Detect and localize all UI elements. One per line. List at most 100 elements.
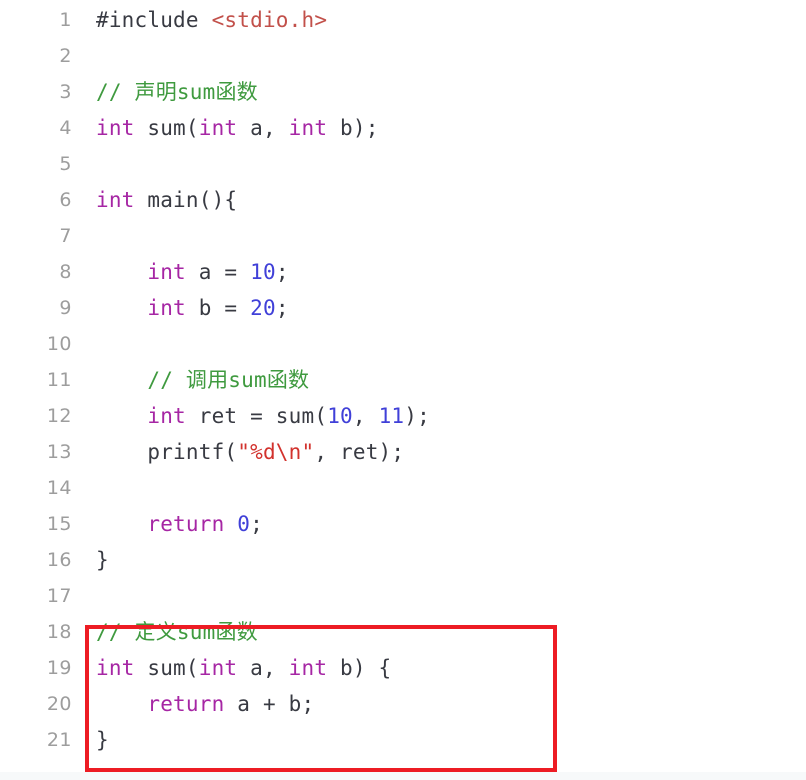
line-content[interactable]: int b = 20; — [72, 290, 806, 326]
code-line[interactable]: 2 — [0, 38, 806, 74]
line-number: 2 — [59, 45, 72, 67]
token-plain: a = — [185, 260, 251, 284]
line-number: 12 — [46, 405, 72, 427]
code-line[interactable]: 14 — [0, 470, 806, 506]
code-line[interactable]: 19 int sum(int a, int b) { — [0, 650, 806, 686]
line-number: 16 — [46, 549, 72, 571]
token-plain: printf( — [96, 440, 238, 464]
code-line[interactable]: 1 #include <stdio.h> — [0, 2, 806, 38]
token-plain: , — [352, 404, 379, 428]
line-content[interactable]: int main(){ — [72, 182, 806, 218]
code-line[interactable]: 18 // 定义sum函数 — [0, 614, 806, 650]
line-content[interactable]: printf("%d\n", ret); — [72, 434, 806, 470]
token-plain: b) { — [327, 656, 392, 680]
code-line[interactable]: 10 — [0, 326, 806, 362]
code-line[interactable]: 20 return a + b; — [0, 686, 806, 722]
code-line[interactable]: 4 int sum(int a, int b); — [0, 110, 806, 146]
line-number: 3 — [59, 81, 72, 103]
line-content[interactable]: int a = 10; — [72, 254, 806, 290]
token-plain: ; — [250, 512, 263, 536]
code-editor[interactable]: 1 #include <stdio.h> 2 3// 声明sum函数 4 int sum(… — [0, 0, 806, 780]
editor-bottom-strip — [0, 772, 806, 780]
token-plain: a + b; — [224, 692, 315, 716]
token-plain: sum( — [134, 656, 199, 680]
token-plain: a, — [237, 116, 289, 140]
token-plain: b); — [327, 116, 379, 140]
line-content[interactable]: // 调用sum函数 — [72, 362, 806, 398]
line-content[interactable]: #include <stdio.h> — [72, 2, 806, 38]
code-line[interactable]: 12 int ret = sum(10, 11); — [0, 398, 806, 434]
token-plain: } — [96, 728, 109, 752]
token-kw: int — [198, 116, 238, 140]
line-content[interactable]: int sum(int a, int b); — [72, 110, 806, 146]
token-kw: int — [147, 260, 186, 284]
token-num: 0 — [237, 512, 251, 536]
line-number: 11 — [46, 369, 72, 391]
token-kw: int — [288, 656, 328, 680]
line-number: 13 — [46, 441, 72, 463]
token-plain: ; — [275, 260, 289, 284]
code-line[interactable]: 21} — [0, 722, 806, 758]
line-number: 6 — [59, 189, 72, 211]
code-line[interactable]: 11 // 调用sum函数 — [0, 362, 806, 398]
code-line[interactable]: 7 — [0, 218, 806, 254]
token-num: 10 — [250, 260, 276, 284]
token-num: 10 — [327, 404, 353, 428]
token-plain: ); — [404, 404, 430, 428]
line-number: 10 — [46, 333, 72, 355]
token-inc: <stdio.h> — [211, 8, 328, 32]
code-line[interactable]: 15 return 0; — [0, 506, 806, 542]
line-content[interactable]: } — [72, 722, 806, 758]
line-content[interactable]: return 0; — [72, 506, 806, 542]
token-kw: int — [96, 188, 135, 212]
line-number: 17 — [46, 585, 72, 607]
token-plain: a, — [237, 656, 289, 680]
token-kw: int — [96, 116, 135, 140]
code-line[interactable]: 3 // 声明sum函数 — [0, 74, 806, 110]
token-kw: int — [198, 656, 238, 680]
line-number: 8 — [59, 261, 72, 283]
code-line[interactable]: 8 int a = 10; — [0, 254, 806, 290]
token-plain: main(){ — [134, 188, 238, 212]
line-content[interactable]: // 定义sum函数 — [72, 614, 806, 650]
code-line[interactable]: 9 int b = 20; — [0, 290, 806, 326]
line-number: 15 — [46, 513, 72, 535]
token-plain: ret = sum( — [185, 404, 328, 428]
line-content[interactable]: // 声明sum函数 — [72, 74, 806, 110]
token-plain: ; — [275, 296, 289, 320]
token-plain: #include — [96, 8, 212, 32]
token-kw: int — [147, 404, 186, 428]
code-line-list[interactable]: 1 #include <stdio.h> 2 3// 声明sum函数 4 int sum(… — [0, 2, 806, 758]
code-line[interactable]: 5 — [0, 146, 806, 182]
token-kw: int — [96, 656, 135, 680]
token-kw: return — [147, 512, 225, 536]
token-kw: int — [288, 116, 328, 140]
code-line[interactable]: 13 printf("%d\n", ret); — [0, 434, 806, 470]
line-content[interactable]: int sum(int a, int b) { — [72, 650, 806, 686]
line-number: 1 — [59, 9, 72, 31]
code-line[interactable]: 17 — [0, 578, 806, 614]
line-number: 19 — [46, 657, 72, 679]
code-line[interactable]: 16} — [0, 542, 806, 578]
code-line[interactable]: 6 int main(){ — [0, 182, 806, 218]
line-content[interactable]: int ret = sum(10, 11); — [72, 398, 806, 434]
token-comment: // 定义sum函数 — [96, 620, 258, 644]
line-content[interactable]: return a + b; — [72, 686, 806, 722]
token-num: 20 — [250, 296, 276, 320]
token-plain: b = — [185, 296, 251, 320]
line-number: 4 — [59, 117, 72, 139]
token-kw: int — [147, 296, 186, 320]
token-comment: // 声明sum函数 — [96, 80, 258, 104]
line-number: 18 — [46, 621, 72, 643]
token-plain: sum( — [134, 116, 199, 140]
line-content[interactable]: } — [72, 542, 806, 578]
token-kw: return — [147, 692, 225, 716]
line-number: 9 — [59, 297, 72, 319]
line-number: 14 — [46, 477, 72, 499]
token-comment: // 调用sum函数 — [147, 368, 310, 392]
